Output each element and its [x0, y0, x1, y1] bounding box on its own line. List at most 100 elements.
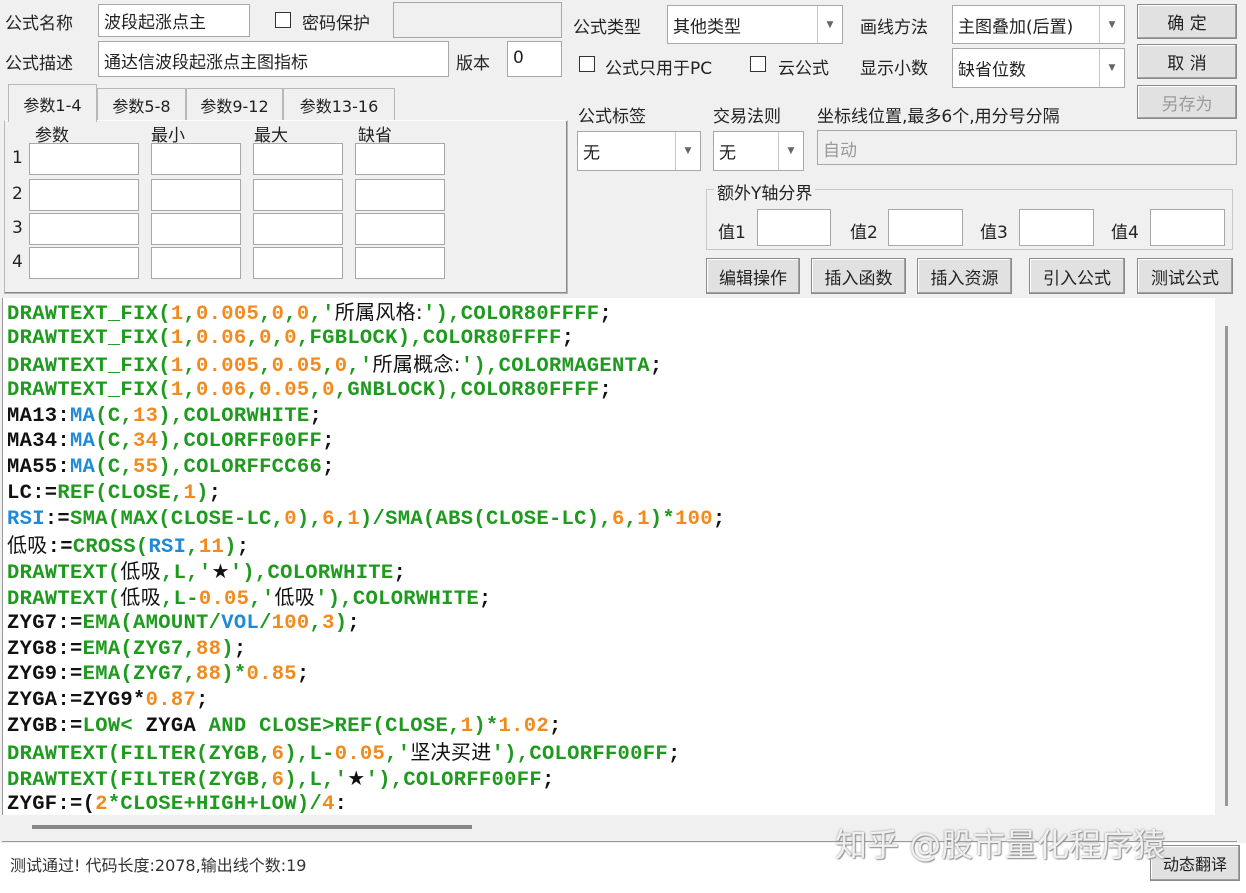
chevron-down-icon[interactable]: ▼ [1099, 49, 1124, 87]
decimals-select[interactable]: 缺省位数 ▼ [952, 48, 1125, 88]
vertical-scrollbar[interactable] [1215, 298, 1237, 815]
code-line: MA55:MA(C,55),COLORFFCC66; [7, 455, 1215, 481]
yaxis-value3-input[interactable] [1019, 209, 1094, 246]
code-editor[interactable]: DRAWTEXT_FIX(1,0.005,0,0,'所属风格:'),COLOR8… [2, 298, 1215, 815]
code-token: ; [649, 354, 663, 378]
code-token: ; [393, 561, 407, 585]
code-token: ; [309, 404, 323, 428]
chevron-down-icon[interactable]: ▼ [778, 132, 803, 170]
param-min-input[interactable] [151, 247, 241, 279]
formula-name-input[interactable]: 波段起涨点主 [98, 4, 250, 37]
yaxis-value3-label: 值3 [980, 223, 1008, 243]
code-token: ; [478, 587, 492, 611]
code-token: 0.005 [196, 354, 260, 378]
code-token: 4 [322, 792, 335, 815]
param-name-input[interactable] [29, 213, 139, 245]
param-default-input[interactable] [355, 179, 445, 211]
code-token: ; [322, 456, 335, 480]
chevron-down-icon[interactable]: ▼ [675, 132, 700, 170]
code-token: (C, [95, 456, 134, 480]
ok-button[interactable]: 确 定 [1137, 4, 1237, 39]
code-token: 0.05 [198, 587, 250, 611]
status-text: 测试通过! 代码长度:2078,输出线个数:19 [10, 856, 307, 875]
yaxis-value2-input[interactable] [888, 209, 963, 246]
param-max-input[interactable] [253, 143, 343, 175]
vertical-scrollbar-thumb[interactable] [1225, 326, 1228, 806]
edit-ops-button[interactable]: 编辑操作 [706, 258, 800, 294]
password-checkbox[interactable] [275, 12, 291, 28]
code-token: ),COLORWHITE [158, 404, 310, 428]
code-token: 0.87 [145, 689, 197, 713]
cloud-formula-checkbox[interactable] [750, 56, 766, 72]
code-line: ZYGF:=(2*CLOSE+HIGH+LOW)/4: [7, 792, 1215, 815]
chevron-down-icon[interactable]: ▼ [1099, 6, 1124, 43]
formula-desc-input[interactable]: 通达信波段起涨点主图指标 [98, 41, 449, 77]
code-token: ) [224, 536, 237, 560]
tab-params-1-4[interactable]: 参数1-4 [8, 84, 97, 122]
import-formula-button[interactable]: 引入公式 [1029, 258, 1125, 294]
pc-only-checkbox[interactable] [579, 56, 595, 72]
decimals-value: 缺省位数 [958, 60, 1026, 81]
code-token: ; [667, 743, 681, 767]
tab-params-13-16[interactable]: 参数13-16 [283, 88, 395, 120]
param-max-input[interactable] [253, 213, 343, 245]
coord-lines-input[interactable]: 自动 [817, 130, 1237, 165]
draw-method-value: 主图叠加(后置) [958, 17, 1074, 37]
code-token: ; [347, 611, 360, 635]
code-token: := [47, 536, 73, 560]
code-token: ZYG8:= [7, 637, 83, 661]
code-line: MA34:MA(C,34),COLORFF00FF; [7, 429, 1215, 455]
param-max-input[interactable] [253, 247, 343, 279]
draw-method-select[interactable]: 主图叠加(后置) ▼ [952, 5, 1125, 44]
horizontal-scrollbar-thumb[interactable] [32, 825, 472, 829]
code-token: , [271, 326, 285, 350]
save-as-button[interactable]: 另存为 [1137, 85, 1237, 119]
code-token: , [259, 303, 272, 326]
yaxis-value1-input[interactable] [757, 209, 831, 246]
code-token: DRAWTEXT_FIX( [7, 303, 171, 326]
code-token: )/SMA(ABS(CLOSE-LC), [359, 508, 612, 532]
tab-params-5-8[interactable]: 参数5-8 [97, 88, 186, 120]
code-token: , [183, 326, 197, 350]
code-token: ,FGBLOCK),COLOR80FFFF [296, 326, 562, 350]
trade-rule-select[interactable]: 无 ▼ [713, 131, 804, 171]
tab-params-9-12[interactable]: 参数9-12 [186, 88, 283, 120]
code-token: / [259, 611, 272, 635]
param-name-input[interactable] [29, 247, 139, 279]
code-token: ; [233, 637, 247, 661]
code-token: 55 [133, 456, 159, 480]
test-formula-button[interactable]: 测试公式 [1137, 258, 1233, 294]
formula-tag-select[interactable]: 无 ▼ [577, 131, 701, 171]
param-name-input[interactable] [29, 143, 139, 175]
param-min-input[interactable] [151, 179, 241, 211]
param-default-input[interactable] [355, 143, 445, 175]
param-name-input[interactable] [29, 179, 139, 211]
code-token: 0 [271, 303, 285, 326]
code-token: 1 [347, 508, 360, 532]
param-min-input[interactable] [151, 143, 241, 175]
formula-type-select[interactable]: 其他类型 ▼ [667, 5, 843, 44]
version-input[interactable]: 0 [507, 41, 562, 77]
code-token: DRAWTEXT( [7, 561, 121, 585]
code-token: ) [221, 637, 234, 661]
yaxis-value4-input[interactable] [1150, 209, 1225, 246]
param-max-input[interactable] [253, 179, 343, 211]
cancel-button[interactable]: 取 消 [1137, 44, 1237, 79]
password-input[interactable] [393, 2, 562, 38]
code-token: (C, [95, 404, 134, 428]
code-token: 1 [183, 482, 197, 506]
chevron-down-icon[interactable]: ▼ [817, 6, 842, 43]
code-token: 34 [133, 430, 159, 454]
code-token: LOW< [82, 715, 146, 739]
code-token: ; [599, 378, 612, 402]
insert-resource-button[interactable]: 插入资源 [917, 258, 1012, 294]
insert-function-button[interactable]: 插入函数 [811, 258, 906, 294]
code-token: , [259, 354, 272, 378]
code-line: DRAWTEXT(低吸,L,'★'),COLORWHITE; [7, 559, 1215, 585]
param-min-input[interactable] [151, 213, 241, 245]
code-token: )* [221, 663, 247, 687]
code-token: EMA(AMOUNT/ [82, 611, 222, 635]
param-default-input[interactable] [355, 247, 445, 279]
param-default-input[interactable] [355, 213, 445, 245]
yaxis-value2-label: 值2 [850, 223, 878, 243]
